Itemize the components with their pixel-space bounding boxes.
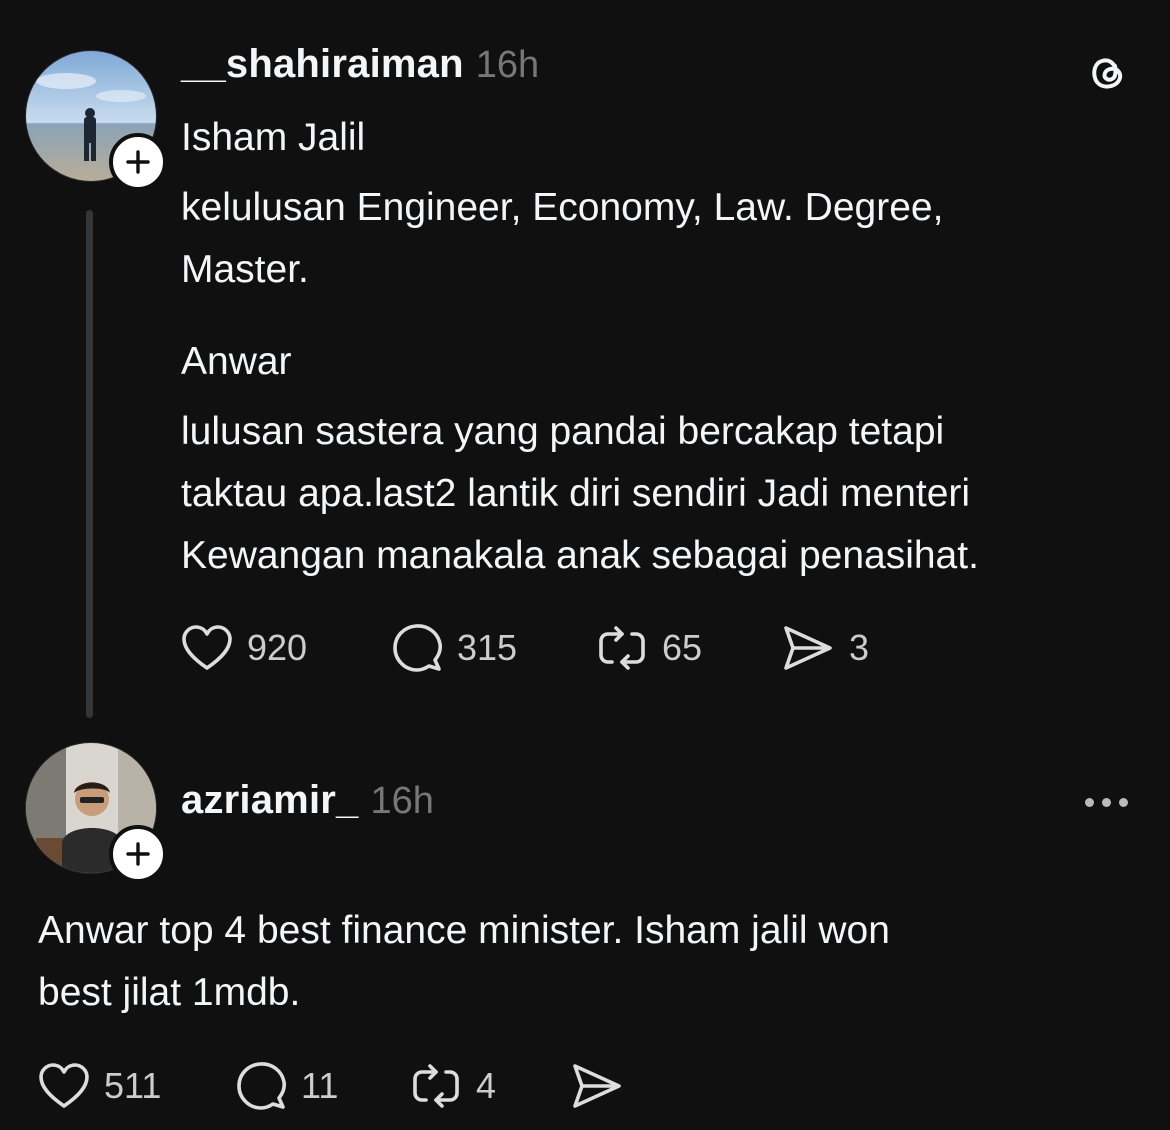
reply-button[interactable]: 11 — [235, 1060, 410, 1112]
username[interactable]: azriamir_ — [181, 778, 358, 823]
post-1: __shahiraiman 16h Isham Jalil kelulusan … — [0, 0, 1170, 730]
post-line: taktau apa.last2 lantik diri sendiri Jad… — [181, 472, 971, 515]
post-actions: 920 315 65 3 — [181, 622, 869, 674]
post-line: Master. — [181, 248, 309, 291]
more-options-icon[interactable] — [1085, 798, 1128, 807]
repost-button[interactable]: 4 — [410, 1060, 570, 1112]
post-line: Anwar top 4 best finance minister. Isham… — [38, 909, 890, 952]
share-button[interactable] — [570, 1061, 624, 1111]
send-icon — [573, 1064, 621, 1108]
reply-count: 11 — [301, 1065, 339, 1106]
comment-icon — [393, 624, 443, 672]
send-icon — [784, 626, 832, 670]
reply-button[interactable]: 315 — [391, 622, 596, 674]
comment-icon — [237, 1062, 287, 1110]
post-body: Isham Jalil kelulusan Engineer, Economy,… — [181, 107, 1141, 587]
post-2: azriamir_ 16h Anwar top 4 best finance m… — [0, 730, 1170, 1130]
username[interactable]: __shahiraiman — [181, 42, 464, 87]
post-line: kelulusan Engineer, Economy, Law. Degree… — [181, 186, 944, 229]
heart-icon — [39, 1063, 89, 1108]
follow-button[interactable] — [109, 133, 167, 191]
like-count: 511 — [104, 1065, 162, 1106]
like-button[interactable]: 920 — [181, 624, 391, 672]
repost-icon — [413, 1064, 459, 1108]
post-line: Anwar — [181, 340, 292, 383]
post-line: Kewangan manakala anak sebagai penasihat… — [181, 534, 979, 577]
post-header: azriamir_ 16h — [181, 778, 434, 823]
repost-count: 65 — [662, 627, 703, 668]
heart-icon — [182, 625, 232, 670]
post-actions: 511 11 4 — [38, 1060, 624, 1112]
post-line: best jilat 1mdb. — [38, 971, 301, 1014]
share-count: 3 — [849, 627, 870, 668]
timestamp: 16h — [475, 44, 540, 86]
post-line: lulusan sastera yang pandai bercakap tet… — [181, 410, 945, 453]
follow-button[interactable] — [109, 825, 167, 883]
repost-count: 4 — [476, 1065, 497, 1106]
like-button[interactable]: 511 — [38, 1062, 235, 1110]
post-header: __shahiraiman 16h — [181, 42, 539, 87]
post-line: Isham Jalil — [181, 116, 366, 159]
reply-count: 315 — [457, 627, 518, 668]
share-button[interactable]: 3 — [781, 623, 869, 673]
repost-button[interactable]: 65 — [596, 622, 781, 674]
plus-icon — [126, 150, 150, 174]
plus-icon — [126, 842, 150, 866]
post-body: Anwar top 4 best finance minister. Isham… — [38, 900, 1138, 1024]
threads-logo-icon[interactable] — [1083, 48, 1133, 98]
timestamp: 16h — [370, 780, 434, 822]
thread-line — [86, 210, 93, 718]
repost-icon — [599, 626, 645, 670]
like-count: 920 — [247, 627, 308, 668]
